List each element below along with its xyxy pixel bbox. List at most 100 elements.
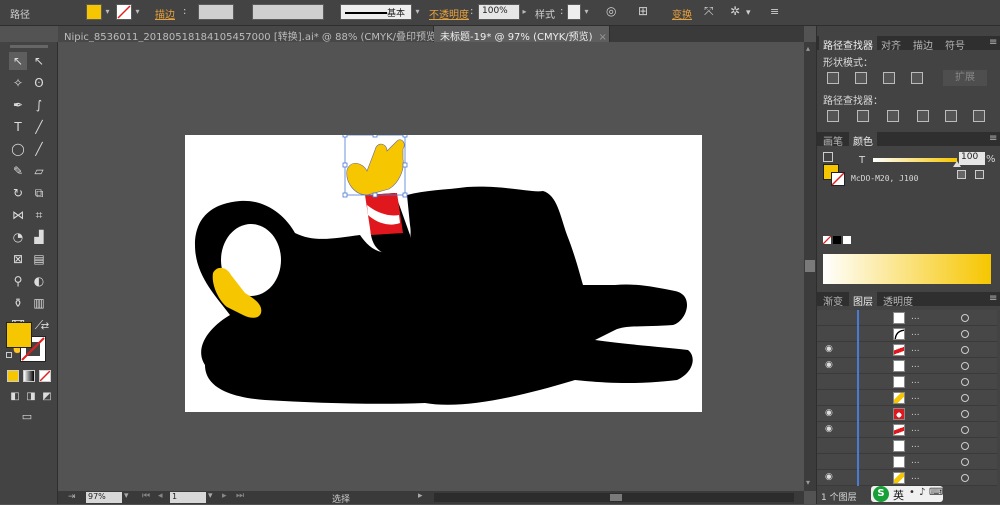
visibility-eye-icon[interactable]: ◉: [825, 425, 835, 434]
trim-icon[interactable]: [857, 110, 869, 122]
crop-icon[interactable]: [917, 110, 929, 122]
recolor-icon[interactable]: ◎: [606, 4, 616, 18]
stroke-swatch[interactable]: [116, 4, 132, 20]
type-tool-icon[interactable]: T: [9, 118, 27, 136]
opacity-label[interactable]: 不透明度: [429, 6, 469, 21]
layer-name[interactable]: ...: [911, 312, 920, 322]
brush-dropdown-icon[interactable]: ▾: [413, 4, 422, 20]
layer-row[interactable]: ...: [817, 454, 997, 470]
tab-untitled-19[interactable]: 未标题-19* @ 97% (CMYK/预览) ×: [434, 26, 610, 43]
free-transform-tool-icon[interactable]: ⌗: [30, 206, 48, 224]
mesh-tool-icon[interactable]: ⊠: [9, 250, 27, 268]
graph-tool-icon[interactable]: ▟: [30, 228, 48, 246]
visibility-eye-icon[interactable]: [825, 313, 835, 321]
align-grid-icon[interactable]: ⊞: [638, 4, 648, 18]
layer-row[interactable]: ...: [817, 390, 997, 406]
layer-name[interactable]: ...: [911, 328, 920, 338]
column-graph-tool-icon[interactable]: ▥: [30, 294, 48, 312]
layer-row[interactable]: ...: [817, 374, 997, 390]
target-ring-icon[interactable]: [961, 394, 969, 402]
ellipse-tool-icon[interactable]: ◯: [9, 140, 27, 158]
opacity-field[interactable]: 100%: [478, 4, 520, 20]
target-ring-icon[interactable]: [961, 442, 969, 450]
panel-menu-icon[interactable]: ≡: [985, 132, 1000, 146]
target-ring-icon[interactable]: [961, 458, 969, 466]
layer-name[interactable]: ...: [911, 424, 920, 434]
scroll-down-icon[interactable]: ▾: [806, 478, 810, 487]
last-artboard-icon[interactable]: ⏭: [236, 491, 244, 501]
next-artboard-icon[interactable]: ▸: [222, 491, 227, 501]
tab-gradient[interactable]: 渐变: [819, 292, 847, 308]
pen-tool-icon[interactable]: ✒: [9, 96, 27, 114]
out-of-gamut-icon[interactable]: [957, 170, 966, 179]
panel-menu-icon[interactable]: ≡: [985, 36, 1000, 50]
blend-tool-icon[interactable]: ◐: [30, 272, 48, 290]
symbol-sprayer-tool-icon[interactable]: ⚱: [9, 294, 27, 312]
layer-name[interactable]: ...: [911, 392, 920, 402]
layer-row[interactable]: ◉...: [817, 358, 997, 374]
scale-tool-icon[interactable]: ⧉: [30, 184, 48, 202]
isolate-icon[interactable]: ⤧: [704, 4, 714, 19]
layer-name[interactable]: ...: [911, 408, 920, 418]
shape-builder-tool-icon[interactable]: ◔: [9, 228, 27, 246]
target-ring-icon[interactable]: [961, 314, 969, 322]
visibility-eye-icon[interactable]: ◉: [825, 361, 835, 370]
web-safe-icon[interactable]: [975, 170, 984, 179]
unite-icon[interactable]: [827, 72, 839, 84]
visibility-eye-icon[interactable]: [825, 329, 835, 337]
visibility-eye-icon[interactable]: [825, 377, 835, 385]
merge-icon[interactable]: [887, 110, 899, 122]
none-swatch-icon[interactable]: [822, 235, 832, 245]
visibility-eye-icon[interactable]: [825, 393, 835, 401]
eraser-tool-icon[interactable]: ▱: [30, 162, 48, 180]
gradient-tool-icon[interactable]: ▤: [30, 250, 48, 268]
color-stroke-swatch[interactable]: [831, 172, 845, 186]
first-artboard-icon[interactable]: ⏮: [142, 491, 150, 501]
stroke-dropdown-icon[interactable]: ▾: [133, 4, 142, 20]
layer-name[interactable]: ...: [911, 440, 920, 450]
divide-icon[interactable]: [827, 110, 839, 122]
paintbrush-tool-icon[interactable]: ╱: [30, 140, 48, 158]
pencil-tool-icon[interactable]: ✎: [9, 162, 27, 180]
selection-tool-icon[interactable]: ↖: [9, 52, 27, 70]
outline-icon[interactable]: [945, 110, 957, 122]
lasso-tool-icon[interactable]: ʘ: [30, 74, 48, 92]
ime-punct-icon[interactable]: •: [909, 487, 915, 498]
gradient-mode-icon[interactable]: [23, 370, 35, 382]
layer-name[interactable]: ...: [911, 472, 920, 482]
visibility-eye-icon[interactable]: ◉: [825, 409, 835, 418]
width-tool-icon[interactable]: ⋈: [9, 206, 27, 224]
brush-definition-field[interactable]: 基本: [340, 4, 412, 20]
tab-stroke[interactable]: 描边: [909, 36, 937, 52]
tab-brushes[interactable]: 画笔: [819, 132, 847, 148]
layer-row[interactable]: ◉...: [817, 470, 997, 486]
layer-row[interactable]: ...: [817, 310, 997, 326]
layer-row[interactable]: ...: [817, 326, 997, 342]
ime-keyboard-icon[interactable]: ⌨: [929, 487, 943, 498]
panel-menu-icon[interactable]: ≡: [985, 292, 1000, 306]
tab-symbols[interactable]: 符号: [941, 36, 969, 52]
stroke-weight-field[interactable]: [198, 4, 234, 20]
default-colors-icon[interactable]: [6, 352, 12, 358]
target-ring-icon[interactable]: [961, 410, 969, 418]
tab-nipic-document[interactable]: Nipic_8536011_20180518184105457000 [转换].…: [58, 26, 454, 43]
layer-row[interactable]: ◉...: [817, 406, 997, 422]
default-fill-stroke-icon[interactable]: [823, 152, 833, 162]
scrollbar-thumb[interactable]: [805, 260, 815, 272]
artboard-dropdown-icon[interactable]: ▾: [208, 491, 213, 501]
opacity-dropdown-icon[interactable]: ▸: [520, 4, 529, 20]
none-mode-icon[interactable]: [39, 370, 51, 382]
tab-layers[interactable]: 图层: [849, 292, 877, 308]
ime-toolbar[interactable]: S 英 • ♪ ⌨: [871, 486, 943, 502]
fill-color-front[interactable]: [6, 322, 32, 348]
artwork-illustration[interactable]: [185, 132, 702, 412]
visibility-eye-icon[interactable]: ◉: [825, 473, 835, 482]
ime-mic-icon[interactable]: ♪: [919, 487, 925, 498]
curvature-tool-icon[interactable]: ∫: [30, 96, 48, 114]
expand-button[interactable]: 扩展: [943, 70, 987, 86]
layer-name[interactable]: ...: [911, 456, 920, 466]
transform-label[interactable]: 变换: [672, 6, 692, 21]
visibility-eye-icon[interactable]: ◉: [825, 345, 835, 354]
export-icon[interactable]: ⇥: [68, 492, 76, 502]
target-ring-icon[interactable]: [961, 362, 969, 370]
